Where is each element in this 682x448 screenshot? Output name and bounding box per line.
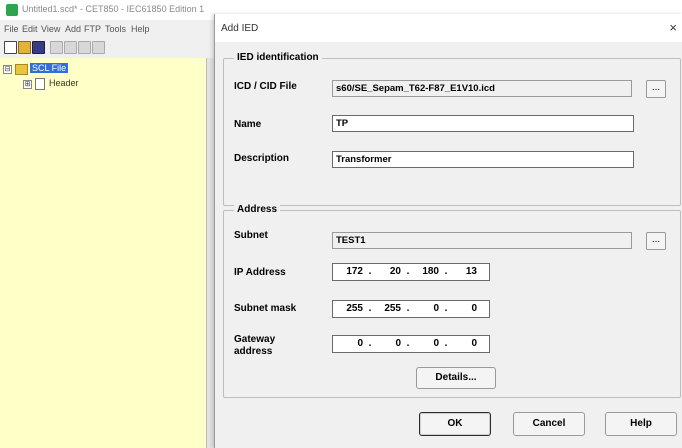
menu-help[interactable]: Help [131, 24, 150, 34]
cut-icon[interactable] [50, 41, 63, 54]
collapse-icon[interactable]: ⊟ [3, 65, 12, 74]
close-icon[interactable]: × [669, 20, 677, 35]
icd-file-label: ICD / CID File [234, 81, 297, 92]
description-field[interactable]: Transformer [332, 151, 634, 168]
subnet-field[interactable]: TEST1 [332, 232, 632, 249]
menu-tools[interactable]: Tools [105, 24, 126, 34]
name-field[interactable]: TP [332, 115, 634, 132]
ied-identification-group: IED identification ICD / CID File s60/SE… [223, 52, 681, 206]
ip-octet[interactable]: 20 [375, 265, 401, 279]
menu-ftp[interactable]: FTP [84, 24, 101, 34]
name-label: Name [234, 119, 262, 130]
ip-separator: . [368, 338, 372, 349]
ip-address-label: IP Address [234, 267, 286, 278]
ok-button[interactable]: OK [419, 412, 491, 436]
subnet-mask-field[interactable]: 255 . 255 . 0 . 0 [332, 300, 490, 318]
copy-icon[interactable] [64, 41, 77, 54]
dialog-title-bar: Add IED × [215, 14, 682, 42]
ip-separator: . [444, 338, 448, 349]
ip-separator: . [406, 338, 410, 349]
add-ied-dialog: Add IED × IED identification ICD / CID F… [214, 14, 682, 448]
tree-node-header[interactable]: ⊞ Header [23, 78, 103, 91]
ip-octet[interactable]: 172 [337, 265, 363, 279]
mask-octet[interactable]: 0 [413, 302, 439, 316]
group-title: Address [234, 204, 281, 215]
tree-node-label: Header [49, 78, 79, 88]
menu-edit[interactable]: Edit [22, 24, 38, 34]
icd-file-field[interactable]: s60/SE_Sepam_T62-F87_E1V10.icd [332, 80, 632, 97]
subnet-label: Subnet [234, 230, 268, 241]
mask-octet[interactable]: 255 [337, 302, 363, 316]
icd-browse-button[interactable]: ... [646, 80, 666, 98]
description-label: Description [234, 153, 290, 164]
ip-separator: . [444, 266, 448, 277]
address-group: Address Subnet TEST1 ... IP Address 172 … [223, 204, 681, 398]
details-button[interactable]: Details... [416, 367, 496, 389]
menu-add[interactable]: Add [65, 24, 81, 34]
tree-node-label: SCL File [30, 63, 69, 73]
gateway-address-label: Gateway address [234, 334, 276, 357]
document-icon [35, 78, 45, 90]
subnet-mask-label: Subnet mask [234, 303, 297, 314]
ip-octet[interactable]: 180 [413, 265, 439, 279]
subnet-browse-button[interactable]: ... [646, 232, 666, 250]
ip-address-field[interactable]: 172 . 20 . 180 . 13 [332, 263, 490, 281]
folder-icon [15, 64, 28, 75]
group-title: IED identification [234, 52, 322, 63]
open-folder-icon[interactable] [18, 41, 31, 54]
new-file-icon[interactable] [4, 41, 17, 54]
gateway-octet[interactable]: 0 [413, 337, 439, 351]
ip-separator: . [406, 266, 410, 277]
scl-tree-panel: ⊟ SCL File ⊞ Header [0, 58, 207, 448]
ip-separator: . [368, 266, 372, 277]
help-button[interactable]: Help [605, 412, 677, 436]
undo-icon[interactable] [92, 41, 105, 54]
tree-node-scl-file[interactable]: ⊟ SCL File [3, 63, 83, 76]
gateway-octet[interactable]: 0 [375, 337, 401, 351]
mask-octet[interactable]: 0 [451, 302, 477, 316]
paste-icon[interactable] [78, 41, 91, 54]
ip-octet[interactable]: 13 [451, 265, 477, 279]
ip-separator: . [444, 303, 448, 314]
dialog-title: Add IED [221, 23, 259, 34]
gateway-octet[interactable]: 0 [337, 337, 363, 351]
menu-view[interactable]: View [41, 24, 60, 34]
ip-separator: . [368, 303, 372, 314]
cancel-button[interactable]: Cancel [513, 412, 585, 436]
window-title: Untitled1.scd* - CET850 - IEC61850 Editi… [22, 4, 205, 14]
ip-separator: . [406, 303, 410, 314]
gateway-address-field[interactable]: 0 . 0 . 0 . 0 [332, 335, 490, 353]
gateway-octet[interactable]: 0 [451, 337, 477, 351]
menu-file[interactable]: File [4, 24, 19, 34]
toolbar [4, 40, 214, 56]
save-icon[interactable] [32, 41, 45, 54]
mask-octet[interactable]: 255 [375, 302, 401, 316]
expand-icon[interactable]: ⊞ [23, 80, 32, 89]
menu-bar: File Edit View Add FTP Tools Help [0, 22, 215, 38]
app-icon [6, 4, 18, 16]
